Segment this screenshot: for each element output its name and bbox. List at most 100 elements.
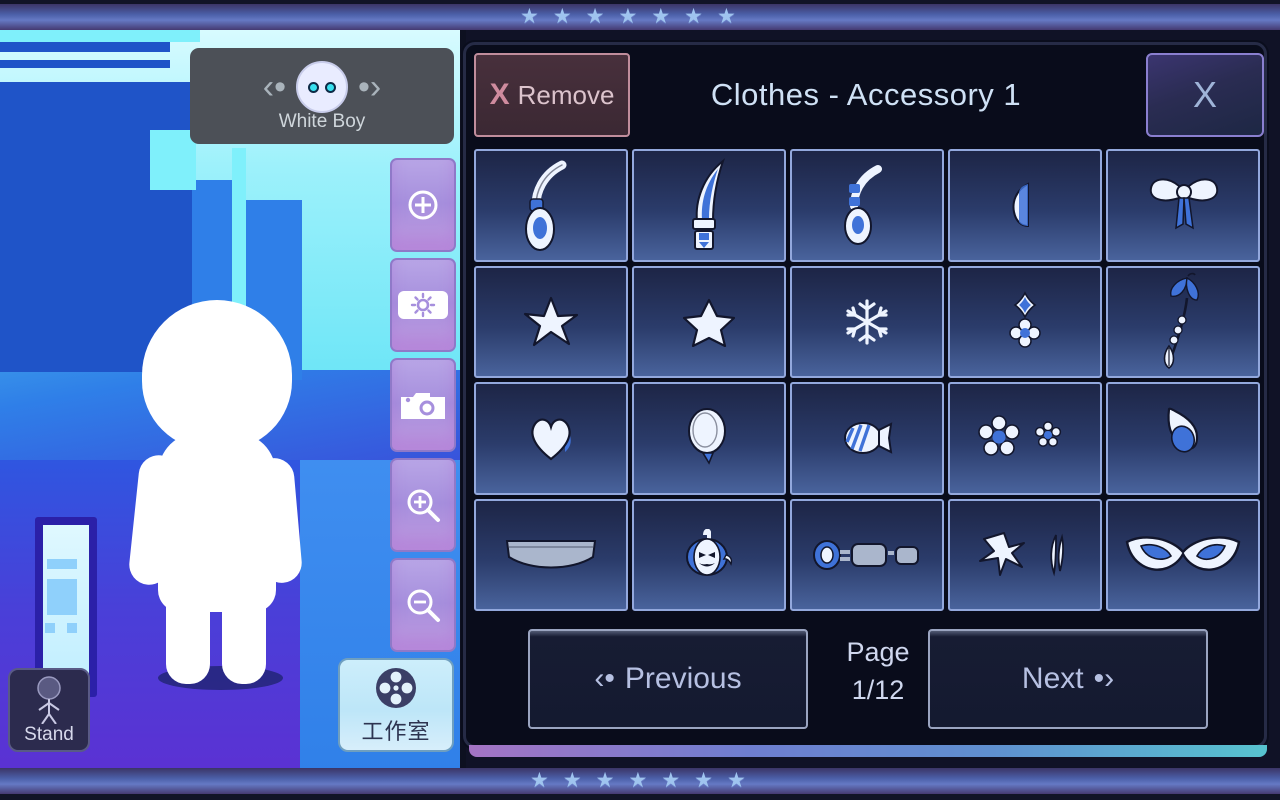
bow-icon	[1143, 170, 1223, 240]
previous-page-button[interactable]: ‹• Previous	[528, 629, 808, 729]
accessory-cell-star-5point[interactable]	[474, 265, 628, 378]
panel-accent-strip	[469, 745, 1267, 757]
top-star-row: ★ ★ ★ ★ ★ ★ ★	[520, 6, 736, 27]
wardrobe-header: X Remove Clothes - Accessory 1 X	[466, 45, 1264, 145]
bottom-star-row: ★ ★ ★ ★ ★ ★ ★	[530, 770, 746, 791]
star-icon: ★	[618, 5, 638, 28]
tool-button-zoom-in[interactable]	[390, 458, 456, 552]
character-selector[interactable]: ‹• •› White Boy	[190, 48, 454, 144]
camera-icon	[401, 393, 445, 419]
tool-button-camera[interactable]	[390, 358, 456, 452]
accessory-cell-cat-eye-mask[interactable]	[1106, 498, 1260, 611]
star-icon: ★	[585, 5, 605, 28]
chevron-left-icon: ‹•	[594, 662, 615, 695]
pose-figure-icon	[37, 676, 61, 724]
stand-button[interactable]: Stand	[8, 668, 90, 752]
film-reel-icon	[376, 668, 416, 708]
character-selector-row: ‹• •›	[263, 59, 381, 115]
star-icon: ★	[651, 5, 671, 28]
star-icon: ★	[726, 769, 746, 792]
accessory-cell-blade-blue[interactable]	[632, 149, 786, 262]
star-icon: ★	[694, 769, 713, 792]
star-icon: ★	[530, 769, 549, 792]
snowflake-icon	[843, 298, 891, 346]
curved-blade-icon	[673, 157, 745, 253]
x-mark-icon: X	[489, 78, 510, 111]
avatar-body	[158, 432, 276, 612]
skyline-detail	[0, 42, 170, 52]
studio-button[interactable]: 工作室	[338, 658, 454, 752]
close-icon: X	[1192, 74, 1217, 115]
balloon-icon	[685, 407, 733, 469]
remove-button-label: Remove	[517, 79, 615, 110]
character-avatar[interactable]	[127, 300, 304, 690]
accessory-cell-bolt-device[interactable]	[790, 498, 944, 611]
accessory-cell-snowflake[interactable]	[790, 265, 944, 378]
accessory-cell-gem-flower-pair[interactable]	[948, 265, 1102, 378]
top-star-band: ★ ★ ★ ★ ★ ★ ★	[0, 4, 1280, 30]
accessory-cell-heart[interactable]	[474, 382, 628, 495]
building-block	[150, 130, 196, 190]
mask-icon	[1123, 530, 1243, 580]
previous-button-label: Previous	[624, 662, 742, 695]
accessory-cell-star-chunky[interactable]	[632, 265, 786, 378]
skyline-detail	[0, 30, 200, 42]
plus-circle-icon	[408, 190, 438, 220]
accessory-cell-headset-small[interactable]	[790, 149, 944, 262]
avatar-eye	[308, 81, 319, 93]
wardrobe-title: Clothes - Accessory 1	[710, 77, 1022, 112]
accessory-cell-pumpkin[interactable]	[632, 498, 786, 611]
half-moon-icon	[1008, 182, 1042, 228]
accessory-cell-headset-white[interactable]	[474, 149, 628, 262]
bottom-star-band: ★ ★ ★ ★ ★ ★ ★	[0, 768, 1280, 794]
tool-button-add-target[interactable]	[390, 158, 456, 252]
tool-button-brightness[interactable]	[390, 258, 456, 352]
accessory-cell-flame-drop[interactable]	[1106, 382, 1260, 495]
tool-button-column	[390, 158, 456, 652]
next-page-button[interactable]: Next •›	[928, 629, 1208, 729]
tool-button-zoom-out[interactable]	[390, 558, 456, 652]
accessory-cell-headband[interactable]	[474, 498, 628, 611]
gem-flower-icon	[1005, 290, 1045, 353]
star-icon: ★	[552, 5, 572, 28]
sun-icon	[398, 291, 448, 319]
accessory-cell-half-moon[interactable]	[948, 149, 1102, 262]
sparkle-icon	[970, 529, 1080, 581]
accessory-cell-bow-ribbon[interactable]	[1106, 149, 1260, 262]
headset-small-icon	[836, 164, 898, 246]
game-screen: ★ ★ ★ ★ ★ ★ ★ ★ ★ ★ ★ ★ ★ ★ ‹• •› White Boy	[0, 0, 1280, 800]
star-icon	[523, 294, 579, 350]
pumpkin-icon	[681, 528, 737, 581]
star-icon: ★	[661, 769, 681, 792]
accessory-cell-butterfly-sprig[interactable]	[1106, 265, 1260, 378]
vending-slot	[47, 579, 77, 615]
star-filled-icon	[683, 297, 735, 347]
accessory-cell-flower-pair[interactable]	[948, 382, 1102, 495]
avatar-eye	[325, 81, 336, 93]
avatar-head	[142, 300, 292, 450]
page-number-value: 1/12	[851, 675, 905, 705]
accessory-cell-wrapped-candy[interactable]	[790, 382, 944, 495]
heart-icon	[527, 415, 575, 461]
page-indicator: Page 1/12	[838, 633, 918, 709]
butterfly-icon	[1157, 272, 1209, 372]
close-button[interactable]: X	[1146, 53, 1264, 137]
studio-button-label: 工作室	[361, 719, 431, 744]
chevron-left-icon[interactable]: ‹•	[263, 70, 286, 104]
accessory-cell-sparkle-feather[interactable]	[948, 498, 1102, 611]
wardrobe-footer: ‹• Previous Page 1/12 Next •›	[466, 615, 1264, 745]
skyline-detail	[0, 60, 170, 68]
remove-button[interactable]: X Remove	[474, 53, 630, 137]
character-face-preview	[296, 61, 348, 113]
chevron-right-icon[interactable]: •›	[358, 70, 381, 104]
zoom-out-icon	[407, 589, 440, 622]
next-button-label: Next	[1021, 662, 1084, 695]
accessory-cell-balloon[interactable]	[632, 382, 786, 495]
vending-slot	[45, 623, 55, 633]
stand-button-label: Stand	[24, 724, 74, 745]
flower-pair-icon	[975, 413, 1075, 463]
zoom-in-icon	[407, 489, 440, 522]
chevron-right-icon: •›	[1093, 662, 1115, 695]
star-icon: ★	[595, 769, 615, 792]
star-icon: ★	[562, 769, 582, 792]
